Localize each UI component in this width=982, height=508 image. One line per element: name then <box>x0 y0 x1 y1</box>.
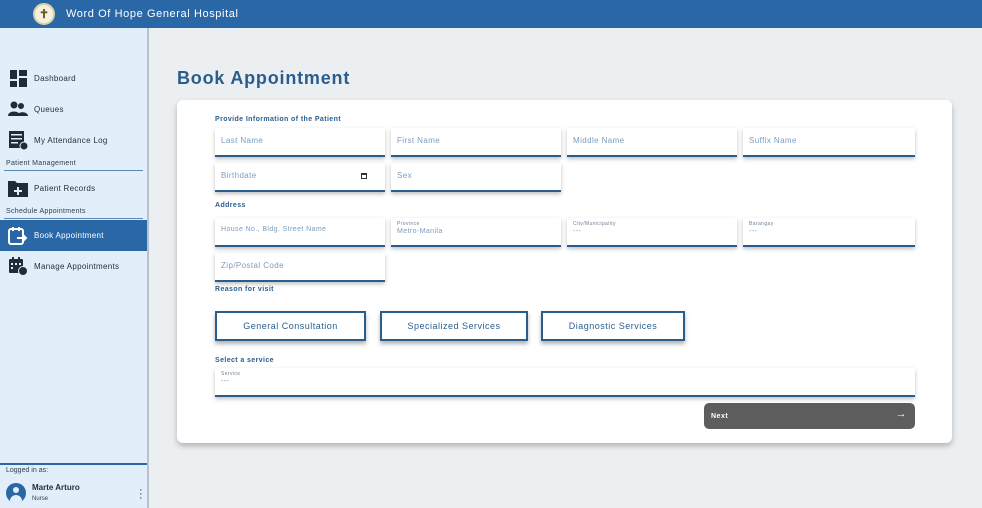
last-name-input[interactable]: Last Name <box>215 128 385 157</box>
user-avatar-icon <box>6 483 26 503</box>
sidebar-item-label: Book Appointment <box>34 231 104 240</box>
reason-for-visit-label: Reason for visit <box>215 286 274 293</box>
sidebar-item-attendance-log[interactable]: My Attendance Log <box>0 126 147 154</box>
address-label: Address <box>215 202 246 209</box>
logged-in-label: Logged in as: <box>6 467 49 474</box>
sidebar-item-book-appointment[interactable]: Book Appointment <box>0 220 147 251</box>
page-title: Book Appointment <box>177 68 351 88</box>
arrow-right-icon: → <box>895 408 907 420</box>
sidebar: Dashboard Queues My Attendance Log Patie… <box>0 28 149 508</box>
section-label-patient-management: Patient Management <box>6 160 76 167</box>
first-name-input[interactable]: First Name <box>391 128 561 157</box>
city-value: --- <box>573 228 582 235</box>
specialized-services-button[interactable]: Specialized Services <box>380 311 528 341</box>
barangay-value: --- <box>749 228 758 235</box>
sidebar-item-label: Queues <box>34 104 64 114</box>
select-service-label: Select a service <box>215 357 274 364</box>
province-label: Province <box>397 221 420 227</box>
user-name: Marte Arturo <box>32 483 80 492</box>
city-label: City/Municipality <box>573 221 616 227</box>
next-button-label: Next <box>711 412 729 420</box>
user-role: Nurse <box>32 496 49 502</box>
calendar-icon[interactable] <box>361 173 367 179</box>
city-select[interactable]: City/Municipality --- <box>567 218 737 247</box>
folder-plus-icon <box>8 178 28 198</box>
barangay-select[interactable]: Barangay --- <box>743 218 915 247</box>
more-options-icon[interactable]: · · · <box>139 485 143 504</box>
diagnostic-services-button[interactable]: Diagnostic Services <box>541 311 685 341</box>
sidebar-item-dashboard[interactable]: Dashboard <box>0 64 147 92</box>
birthdate-input[interactable]: Birthdate <box>215 163 385 192</box>
hospital-logo-icon: ✝ <box>33 3 55 25</box>
general-consultation-button[interactable]: General Consultation <box>215 311 366 341</box>
birthdate-placeholder: Birthdate <box>221 171 257 180</box>
house-no-input[interactable]: House No., Bldg. Street Name <box>215 218 385 247</box>
sidebar-item-queues[interactable]: Queues <box>0 95 147 123</box>
sidebar-item-label: Patient Records <box>34 183 96 193</box>
calendar-arrow-icon <box>8 226 28 246</box>
top-bar: ✝ Word Of Hope General Hospital <box>0 0 982 28</box>
province-value: Metro-Manila <box>397 228 443 235</box>
sidebar-item-label: My Attendance Log <box>34 135 108 145</box>
middle-name-input[interactable]: Middle Name <box>567 128 737 157</box>
suffix-name-input[interactable]: Suffix Name <box>743 128 915 157</box>
sidebar-item-manage-appointments[interactable]: Manage Appointments <box>0 252 147 280</box>
sidebar-item-label: Manage Appointments <box>34 261 120 271</box>
logged-in-panel: Logged in as: Marte Arturo Nurse · · · <box>0 463 147 508</box>
people-icon <box>8 99 28 119</box>
sidebar-item-patient-records[interactable]: Patient Records <box>0 174 147 202</box>
attendance-log-icon <box>8 130 28 150</box>
zip-code-input[interactable]: Zip/Postal Code <box>215 253 385 282</box>
province-select[interactable]: Province Metro-Manila <box>391 218 561 247</box>
section-divider <box>4 170 143 171</box>
app-title: Word Of Hope General Hospital <box>66 8 239 20</box>
service-label: Service <box>221 371 241 377</box>
appointment-form-card: Provide Information of the Patient Last … <box>177 100 952 443</box>
service-value: --- <box>221 378 230 385</box>
service-select[interactable]: Service --- <box>215 368 915 397</box>
patient-info-label: Provide Information of the Patient <box>215 116 341 123</box>
dashboard-icon <box>8 68 28 88</box>
section-divider <box>4 218 143 219</box>
barangay-label: Barangay <box>749 221 774 227</box>
sex-select[interactable]: Sex <box>391 163 561 192</box>
sidebar-item-label: Dashboard <box>34 73 76 83</box>
section-label-schedule-appointments: Schedule Appointments <box>6 208 86 215</box>
next-button[interactable]: Next → <box>704 403 915 429</box>
calendar-clock-icon <box>8 256 28 276</box>
